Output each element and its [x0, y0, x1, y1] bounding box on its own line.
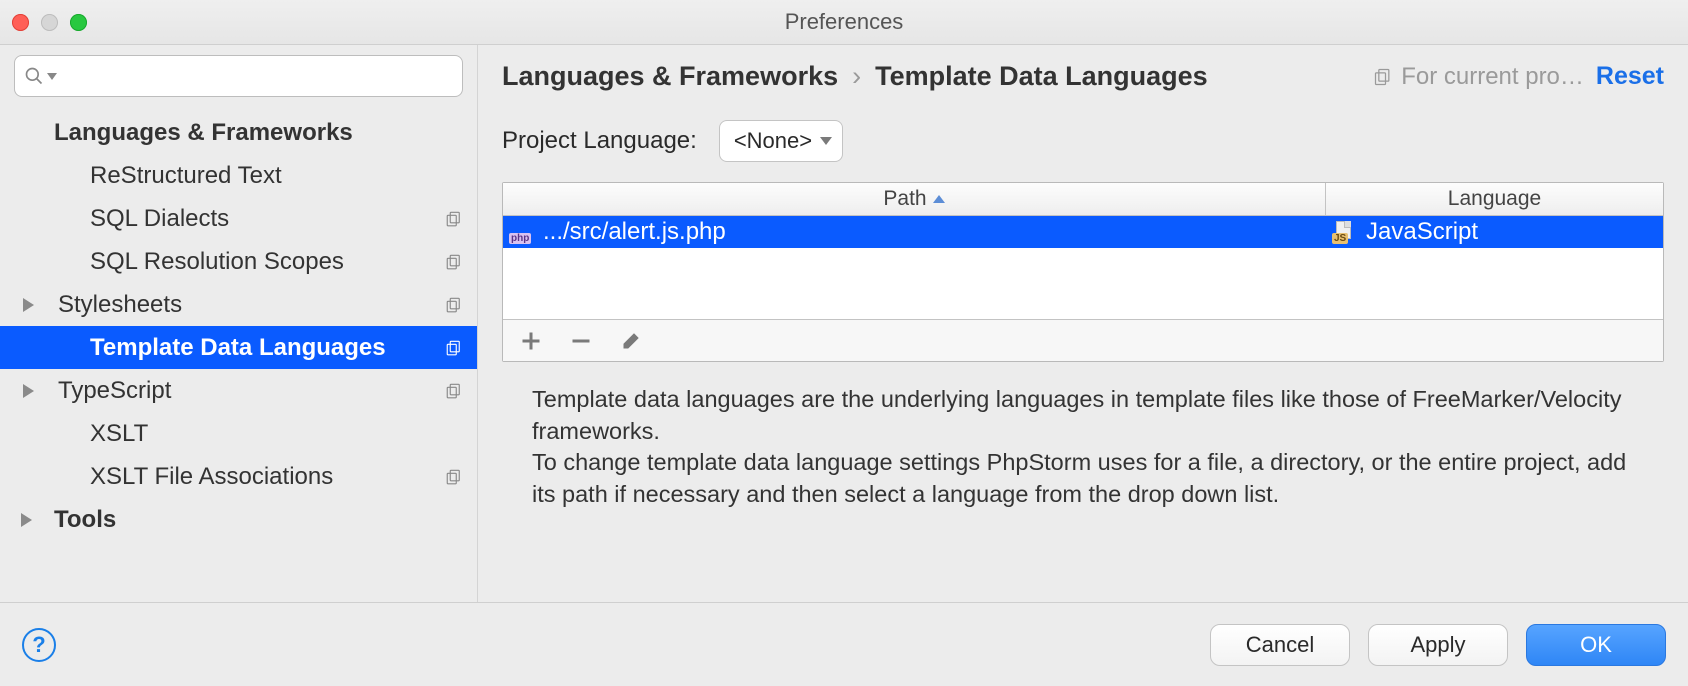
scope-project-icon: [441, 296, 467, 314]
sidebar-item-label: SQL Dialects: [90, 205, 441, 233]
scope-project-icon: [441, 210, 467, 228]
cell-path: php .../src/alert.js.php: [503, 216, 1326, 248]
sidebar-item-xslt[interactable]: XSLT: [0, 412, 477, 455]
titlebar: Preferences: [0, 0, 1688, 45]
project-language-dropdown[interactable]: <None>: [719, 120, 843, 162]
reset-link[interactable]: Reset: [1596, 62, 1664, 91]
sidebar-item-typescript[interactable]: TypeScript: [0, 369, 477, 412]
sidebar-item-label: Template Data Languages: [90, 334, 441, 362]
settings-tree: Languages & Frameworks ReStructured Text S…: [0, 105, 477, 602]
zoom-window-icon[interactable]: [70, 14, 87, 31]
breadcrumb: Languages & Frameworks › Template Data L…: [502, 61, 1208, 92]
project-language-label: Project Language:: [502, 127, 697, 155]
scope-project-icon: [441, 253, 467, 271]
project-language-value: <None>: [734, 128, 812, 154]
search-history-chevron-icon[interactable]: [47, 73, 61, 80]
settings-content: Languages & Frameworks › Template Data L…: [478, 45, 1688, 602]
table-row[interactable]: php .../src/alert.js.php JS JavaScript: [503, 216, 1663, 248]
sidebar-item-label: SQL Resolution Scopes: [90, 248, 441, 276]
php-file-icon: php: [509, 221, 535, 243]
disclosure-arrow-icon: [0, 298, 58, 312]
sidebar-item-label: TypeScript: [58, 377, 441, 405]
js-file-icon: JS: [1332, 221, 1358, 243]
sidebar-item-sql-resolution-scopes[interactable]: SQL Resolution Scopes: [0, 240, 477, 283]
scope-label: For current pro…: [1401, 63, 1584, 91]
window-controls: [12, 14, 87, 31]
disclosure-arrow-icon: [0, 384, 58, 398]
scope-project-icon: [441, 339, 467, 357]
ok-button[interactable]: OK: [1526, 624, 1666, 666]
close-window-icon[interactable]: [12, 14, 29, 31]
sidebar-item-languages-frameworks[interactable]: Languages & Frameworks: [0, 111, 477, 154]
search-input[interactable]: [61, 64, 456, 88]
chevron-right-icon: ›: [852, 61, 861, 92]
search-icon: [21, 63, 47, 89]
window-title: Preferences: [87, 9, 1601, 35]
remove-button[interactable]: [569, 329, 593, 353]
scope-project-icon: [441, 468, 467, 486]
chevron-down-icon: [820, 137, 832, 145]
column-header-path[interactable]: Path: [503, 183, 1326, 215]
scope-indicator: For current pro…: [1373, 63, 1584, 91]
preferences-body: Languages & Frameworks ReStructured Text S…: [0, 45, 1688, 602]
cell-language[interactable]: JS JavaScript: [1326, 216, 1663, 248]
sidebar-item-xslt-file-associations[interactable]: XSLT File Associations: [0, 455, 477, 498]
template-languages-table: Path Language php.../src/alert.js.phpJSJ…: [502, 182, 1664, 362]
table-body: php .../src/alert.js.php JS JavaScript: [503, 216, 1663, 319]
help-button[interactable]: ?: [22, 628, 56, 662]
sidebar-item-label: XSLT: [90, 420, 441, 448]
cell-path-text: .../src/alert.js.php: [543, 218, 726, 246]
sidebar-item-restructured-text[interactable]: ReStructured Text: [0, 154, 477, 197]
sidebar-item-tools[interactable]: Tools: [0, 498, 477, 541]
table-toolbar: [503, 319, 1663, 361]
sidebar: Languages & Frameworks ReStructured Text S…: [0, 45, 478, 602]
project-language-row: Project Language: <None>: [502, 120, 1664, 162]
sidebar-item-label: Stylesheets: [58, 291, 441, 319]
cell-language-text: JavaScript: [1366, 218, 1478, 246]
copy-icon: [1373, 67, 1393, 87]
breadcrumb-current: Template Data Languages: [875, 61, 1208, 92]
column-header-language[interactable]: Language: [1326, 183, 1663, 215]
edit-button[interactable]: [619, 329, 643, 353]
sidebar-item-label: XSLT File Associations: [90, 463, 441, 491]
cancel-button[interactable]: Cancel: [1210, 624, 1350, 666]
breadcrumb-parent[interactable]: Languages & Frameworks: [502, 61, 838, 92]
scope-project-icon: [441, 382, 467, 400]
minimize-window-icon[interactable]: [41, 14, 58, 31]
description-text: Template data languages are the underlyi…: [502, 384, 1664, 511]
sidebar-item-stylesheets[interactable]: Stylesheets: [0, 283, 477, 326]
sidebar-item-label: Languages & Frameworks: [54, 119, 441, 147]
apply-button[interactable]: Apply: [1368, 624, 1508, 666]
sidebar-item-template-data-languages[interactable]: Template Data Languages: [0, 326, 477, 369]
dialog-footer: ? Cancel Apply OK: [0, 602, 1688, 686]
sidebar-item-label: Tools: [54, 506, 441, 534]
sort-ascending-icon: [933, 195, 945, 203]
sidebar-item-sql-dialects[interactable]: SQL Dialects: [0, 197, 477, 240]
breadcrumb-row: Languages & Frameworks › Template Data L…: [502, 61, 1664, 92]
table-header: Path Language: [503, 183, 1663, 216]
add-button[interactable]: [519, 329, 543, 353]
disclosure-arrow-icon: [0, 513, 54, 527]
sidebar-item-label: ReStructured Text: [90, 162, 441, 190]
search-field[interactable]: [14, 55, 463, 97]
